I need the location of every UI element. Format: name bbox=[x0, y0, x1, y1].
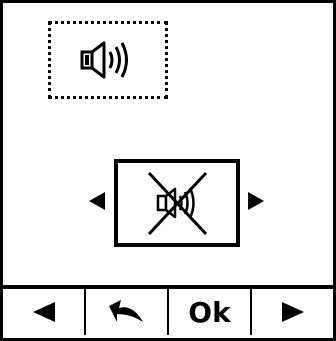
speaker-muted-icon bbox=[147, 171, 208, 236]
left-arrow-icon bbox=[32, 302, 55, 322]
right-arrow-icon bbox=[281, 302, 304, 322]
softkey-left[interactable] bbox=[3, 289, 84, 335]
sound-option-focus-box[interactable] bbox=[48, 21, 168, 99]
softkey-back[interactable] bbox=[84, 289, 167, 335]
speaker-sound-icon bbox=[80, 41, 128, 79]
ok-label: Ok bbox=[188, 295, 231, 329]
softkey-ok[interactable]: Ok bbox=[167, 289, 250, 335]
mute-option-box[interactable] bbox=[114, 159, 240, 247]
triangle-right-icon[interactable] bbox=[248, 192, 264, 210]
softkey-bar: Ok bbox=[3, 285, 333, 335]
softkey-right[interactable] bbox=[250, 289, 333, 335]
triangle-left-icon[interactable] bbox=[89, 192, 105, 210]
curved-back-arrow-icon bbox=[108, 300, 143, 322]
